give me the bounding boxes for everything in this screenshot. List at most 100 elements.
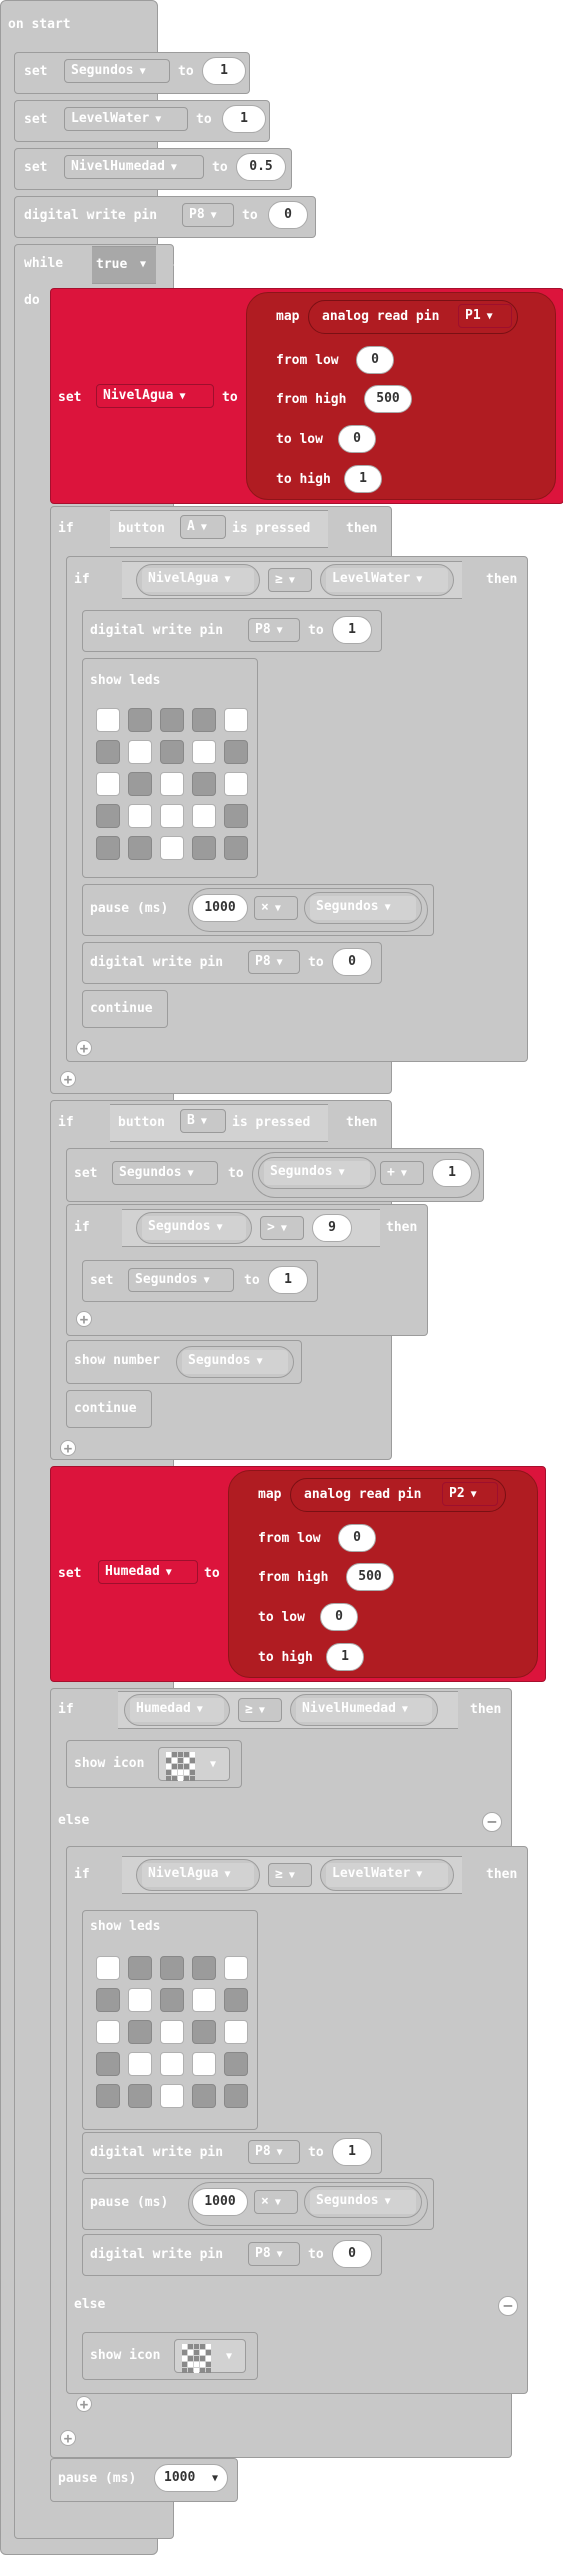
led-cell[interactable]	[128, 772, 152, 796]
number-input[interactable]: 1000	[192, 2188, 248, 2216]
number-input[interactable]: 0	[338, 425, 376, 453]
led-cell[interactable]	[192, 708, 216, 732]
operator-dropdown[interactable]: > ▼	[260, 1216, 304, 1240]
var-dropdown-segundos[interactable]: Segundos ▼	[310, 2190, 416, 2214]
var-dropdown-levelwater[interactable]: LevelWater ▼	[326, 1863, 448, 1887]
number-input[interactable]: 1000	[192, 894, 248, 922]
operator-dropdown[interactable]: ≥ ▼	[268, 1863, 312, 1887]
led-cell[interactable]	[192, 772, 216, 796]
number-input[interactable]: 0.5	[236, 153, 286, 181]
led-cell[interactable]	[192, 2020, 216, 2044]
number-input[interactable]: 0	[332, 948, 372, 976]
operator-dropdown[interactable]: × ▼	[254, 2190, 298, 2214]
add-branch-icon[interactable]: +	[76, 1311, 92, 1328]
operator-dropdown[interactable]: + ▼	[380, 1161, 424, 1185]
led-cell[interactable]	[128, 708, 152, 732]
led-cell[interactable]	[224, 804, 248, 828]
led-cell[interactable]	[96, 1988, 120, 2012]
add-branch-icon[interactable]: +	[76, 1040, 92, 1057]
add-branch-icon[interactable]: +	[60, 2430, 76, 2447]
number-input[interactable]: 0	[320, 1603, 358, 1631]
add-branch-icon[interactable]: +	[60, 1071, 76, 1088]
led-cell[interactable]	[224, 740, 248, 764]
number-input[interactable]: 0	[268, 201, 308, 229]
led-cell[interactable]	[96, 772, 120, 796]
led-cell[interactable]	[192, 740, 216, 764]
number-input[interactable]: 0	[356, 346, 394, 374]
button-dropdown[interactable]: A ▼	[180, 515, 226, 539]
var-dropdown-nivelhumedad[interactable]: NivelHumedad ▼	[64, 155, 204, 179]
led-cell[interactable]	[192, 1988, 216, 2012]
led-cell[interactable]	[160, 2052, 184, 2076]
led-cell[interactable]	[160, 2020, 184, 2044]
led-cell[interactable]	[192, 2084, 216, 2108]
led-cell[interactable]	[128, 2052, 152, 2076]
led-cell[interactable]	[96, 836, 120, 860]
led-cell[interactable]	[96, 1956, 120, 1980]
var-dropdown-nivelagua[interactable]: NivelAgua ▼	[96, 384, 214, 408]
led-cell[interactable]	[160, 1988, 184, 2012]
pin-dropdown[interactable]: P8 ▼	[248, 950, 300, 974]
led-cell[interactable]	[96, 740, 120, 764]
number-input[interactable]: 0	[332, 2240, 372, 2268]
pin-dropdown[interactable]: P8 ▼	[248, 2242, 300, 2266]
led-cell[interactable]	[128, 1988, 152, 2012]
var-dropdown-humedad[interactable]: Humedad ▼	[98, 1560, 198, 1584]
led-cell[interactable]	[128, 2084, 152, 2108]
number-input[interactable]: 1	[202, 57, 246, 85]
operator-dropdown[interactable]: × ▼	[254, 896, 298, 920]
led-cell[interactable]	[160, 708, 184, 732]
led-cell[interactable]	[160, 804, 184, 828]
led-cell[interactable]	[96, 2052, 120, 2076]
add-branch-icon[interactable]: +	[76, 2396, 92, 2413]
led-cell[interactable]	[224, 1988, 248, 2012]
number-input[interactable]: 1	[268, 1266, 308, 1294]
var-dropdown-humedad[interactable]: Humedad ▼	[130, 1698, 224, 1722]
number-input[interactable]: 1	[332, 616, 372, 644]
var-dropdown-segundos[interactable]: Segundos ▼	[142, 1216, 246, 1240]
number-input[interactable]: 1	[332, 2138, 372, 2166]
var-dropdown-levelwater[interactable]: LevelWater ▼	[326, 568, 448, 592]
led-cell[interactable]	[160, 1956, 184, 1980]
pin-dropdown[interactable]: P8 ▼	[182, 203, 234, 227]
led-cell[interactable]	[160, 836, 184, 860]
led-cell[interactable]	[192, 836, 216, 860]
var-dropdown-segundos[interactable]: Segundos ▼	[264, 1161, 370, 1185]
operator-dropdown[interactable]: ≥ ▼	[268, 568, 312, 592]
led-cell[interactable]	[128, 804, 152, 828]
button-dropdown[interactable]: B ▼	[180, 1109, 226, 1133]
led-cell[interactable]	[192, 804, 216, 828]
remove-else-icon[interactable]: −	[482, 1812, 502, 1832]
led-cell[interactable]	[128, 740, 152, 764]
var-dropdown-segundos[interactable]: Segundos ▼	[128, 1268, 234, 1292]
var-dropdown-levelwater[interactable]: LevelWater ▼	[64, 107, 188, 131]
led-cell[interactable]	[128, 836, 152, 860]
var-dropdown-segundos[interactable]: Segundos ▼	[310, 896, 416, 920]
number-input[interactable]: 500	[346, 1563, 394, 1591]
led-cell[interactable]	[96, 708, 120, 732]
led-cell[interactable]	[128, 1956, 152, 1980]
var-dropdown-segundos[interactable]: Segundos ▼	[64, 59, 170, 83]
led-cell[interactable]	[192, 2052, 216, 2076]
number-input[interactable]: 1	[222, 105, 266, 133]
number-input[interactable]: 500	[364, 385, 412, 413]
number-input[interactable]: 9	[312, 1214, 352, 1242]
pin-dropdown[interactable]: P8 ▼	[248, 2140, 300, 2164]
var-dropdown-nivelhumedad[interactable]: NivelHumedad ▼	[296, 1698, 432, 1722]
led-cell[interactable]	[160, 740, 184, 764]
led-cell[interactable]	[96, 2084, 120, 2108]
number-input[interactable]: 1	[344, 465, 382, 493]
operator-dropdown[interactable]: ≥ ▼	[238, 1698, 282, 1722]
number-input[interactable]: 1	[432, 1159, 472, 1187]
led-cell[interactable]	[160, 2084, 184, 2108]
led-cell[interactable]	[224, 708, 248, 732]
pin-dropdown[interactable]: P2 ▼	[442, 1482, 498, 1506]
led-cell[interactable]	[224, 2020, 248, 2044]
led-cell[interactable]	[96, 804, 120, 828]
led-cell[interactable]	[224, 836, 248, 860]
led-cell[interactable]	[224, 2052, 248, 2076]
led-cell[interactable]	[96, 2020, 120, 2044]
led-grid[interactable]	[96, 1956, 248, 2108]
led-cell[interactable]	[224, 1956, 248, 1980]
pin-dropdown[interactable]: P1 ▼	[458, 304, 512, 328]
